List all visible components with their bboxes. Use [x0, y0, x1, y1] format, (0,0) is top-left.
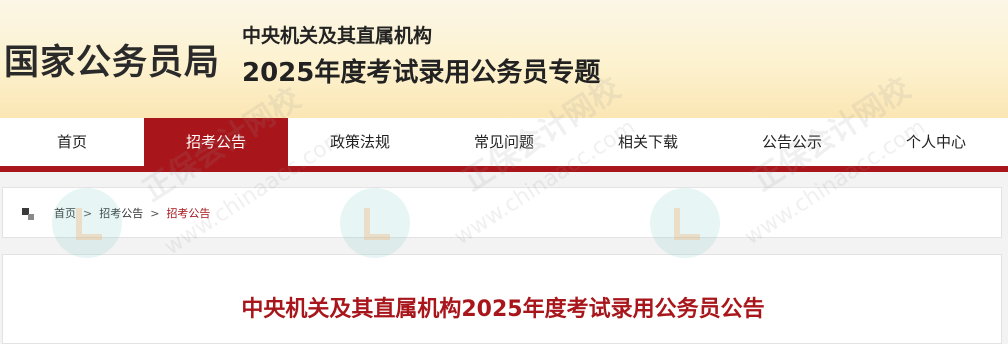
- breadcrumb-separator: >: [83, 207, 93, 220]
- site-title[interactable]: 国家公务员局: [4, 34, 220, 85]
- breadcrumb: 首页 > 招考公告 > 招考公告: [54, 205, 210, 221]
- article-panel: 中央机关及其直属机构2025年度考试录用公务员公告: [2, 254, 1002, 344]
- nav-item-downloads[interactable]: 相关下载: [576, 118, 720, 166]
- site-header: 国家公务员局 中央机关及其直属机构 2025年度考试录用公务员专题: [0, 0, 1008, 118]
- breadcrumb-current[interactable]: 招考公告: [166, 207, 210, 220]
- breadcrumb-home[interactable]: 首页: [54, 207, 76, 220]
- nav-item-policies[interactable]: 政策法规: [288, 118, 432, 166]
- nav-underline: [0, 166, 1008, 172]
- nav-item-recruitment-notice[interactable]: 招考公告: [144, 118, 288, 166]
- breadcrumb-recruitment[interactable]: 招考公告: [99, 207, 143, 220]
- main-nav: 首页 招考公告 政策法规 常见问题 相关下载 公告公示 个人中心: [0, 118, 1008, 166]
- article-title: 中央机关及其直属机构2025年度考试录用公务员公告: [241, 297, 765, 322]
- breadcrumb-bar: 首页 > 招考公告 > 招考公告: [2, 187, 1002, 238]
- nav-item-personal-center[interactable]: 个人中心: [864, 118, 1008, 166]
- org-name: 中央机关及其直属机构: [242, 25, 433, 47]
- breadcrumb-separator: >: [150, 207, 160, 220]
- grid-icon: [22, 208, 34, 220]
- nav-item-announcements[interactable]: 公告公示: [720, 118, 864, 166]
- nav-item-home[interactable]: 首页: [0, 118, 144, 166]
- topic-title: 2025年度考试录用公务员专题: [242, 58, 601, 88]
- nav-item-faq[interactable]: 常见问题: [432, 118, 576, 166]
